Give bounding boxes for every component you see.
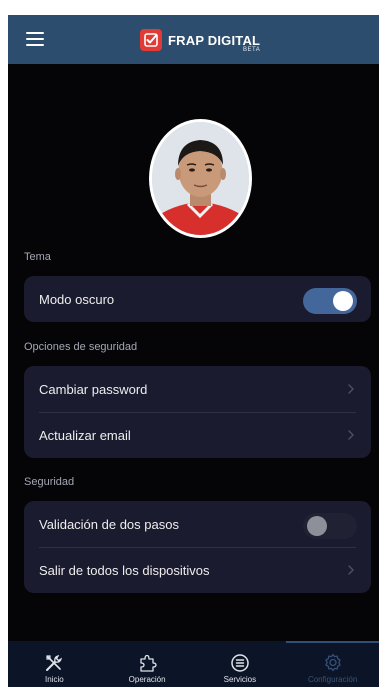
nav-item-servicios[interactable]: Servicios — [194, 641, 287, 687]
theme-card: Modo oscuro — [24, 276, 371, 322]
security-card: Validación de dos pasos Salir de todos l… — [24, 501, 371, 593]
beta-badge: BETA — [242, 46, 261, 53]
profile-avatar[interactable] — [149, 119, 252, 238]
update-email-label: Actualizar email — [39, 427, 131, 443]
section-label-seguridad: Seguridad — [24, 476, 75, 488]
change-password-row[interactable]: Cambiar password — [24, 366, 371, 412]
logout-all-label: Salir de todos los dispositivos — [39, 562, 210, 578]
settings-screen: FRAP DIGITAL BETA Tema Modo oscuro Opcio… — [8, 15, 379, 687]
chevron-right-icon — [348, 565, 354, 575]
logout-all-row[interactable]: Salir de todos los dispositivos — [24, 547, 371, 593]
nav-label-configuracion: Configuración — [307, 675, 358, 684]
security-options-card: Cambiar password Actualizar email — [24, 366, 371, 458]
top-app-bar: FRAP DIGITAL BETA — [8, 15, 379, 64]
tools-icon — [46, 654, 63, 671]
dark-mode-label: Modo oscuro — [39, 291, 115, 307]
app-brand: FRAP DIGITAL BETA — [140, 27, 260, 53]
dark-mode-toggle[interactable] — [303, 288, 357, 314]
nav-label-servicios: Servicios — [223, 675, 257, 684]
chevron-right-icon — [348, 384, 354, 394]
section-label-opciones-seguridad: Opciones de seguridad — [24, 341, 138, 353]
update-email-row[interactable]: Actualizar email — [24, 412, 371, 458]
two-step-label: Validación de dos pasos — [39, 516, 179, 532]
change-password-label: Cambiar password — [39, 381, 148, 397]
chevron-right-icon — [348, 430, 354, 440]
nav-label-operacion: Operación — [128, 675, 166, 684]
nav-item-inicio[interactable]: Inicio — [8, 641, 101, 687]
section-label-tema: Tema — [24, 251, 51, 263]
dark-mode-row[interactable]: Modo oscuro — [24, 276, 371, 322]
nav-item-configuracion[interactable]: Configuración — [286, 641, 379, 687]
hamburger-menu-icon[interactable] — [26, 28, 52, 50]
two-step-toggle[interactable] — [303, 513, 357, 539]
two-step-row[interactable]: Validación de dos pasos — [24, 501, 371, 547]
nav-item-operacion[interactable]: Operación — [101, 641, 194, 687]
bottom-navigation: Inicio Operación Servicios Configuración — [8, 641, 379, 687]
app-title: FRAP DIGITAL — [168, 32, 261, 48]
app-logo-icon — [140, 29, 162, 51]
list-circle-icon — [231, 654, 249, 672]
gear-icon — [324, 653, 341, 672]
nav-label-inicio: Inicio — [45, 675, 64, 684]
puzzle-icon — [140, 654, 157, 672]
